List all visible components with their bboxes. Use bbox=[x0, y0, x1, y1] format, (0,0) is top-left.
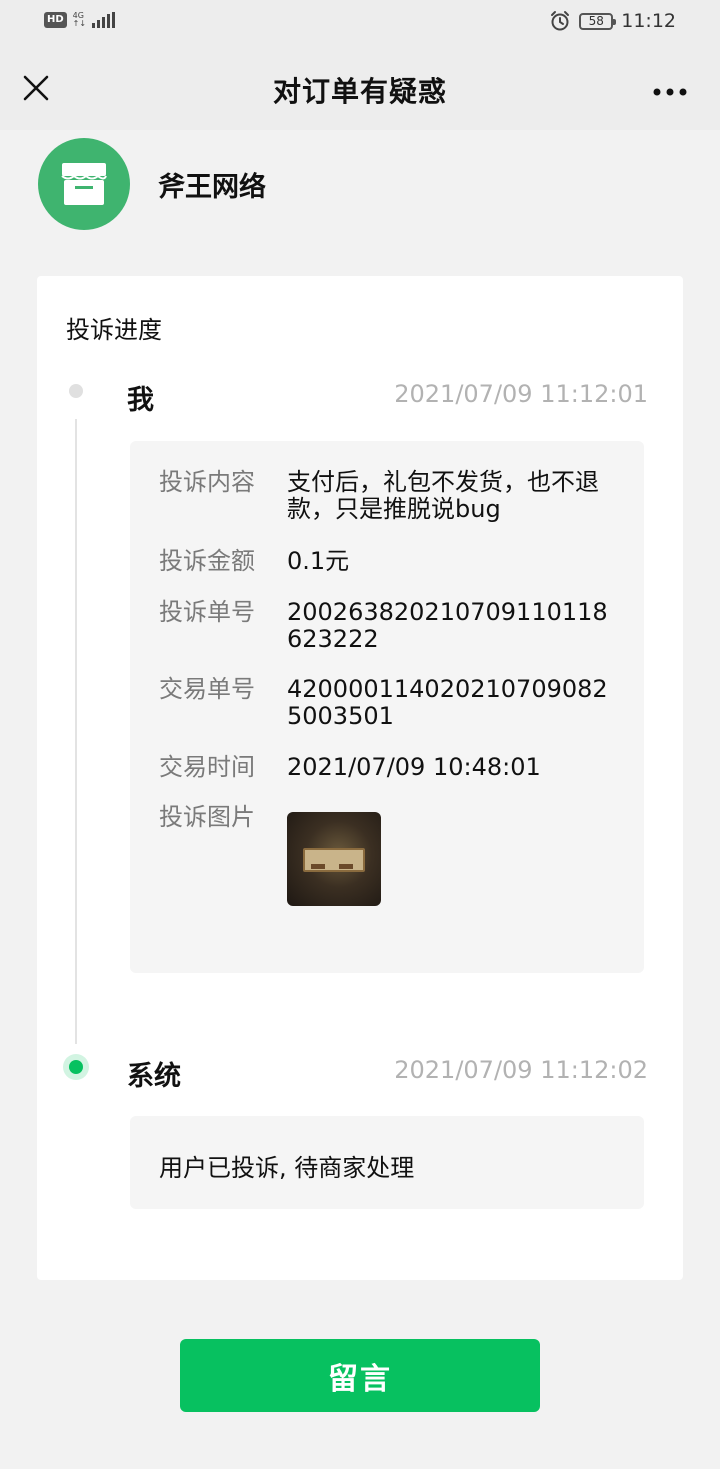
detail-label: 交易单号 bbox=[159, 675, 255, 703]
entry-time: 2021/07/09 11:12:02 bbox=[394, 1056, 648, 1084]
detail-value: 支付后，礼包不发货，也不退款，只是推脱说bug bbox=[287, 468, 599, 523]
timeline-dot-active bbox=[69, 1060, 83, 1074]
complaint-details: 投诉内容 支付后，礼包不发货，也不退款，只是推脱说bug 投诉金额 0.1元 投… bbox=[130, 441, 644, 973]
detail-value: 420000114020210709082500350​1 bbox=[287, 675, 608, 730]
merchant-avatar bbox=[38, 138, 130, 230]
status-right: 58 11:12 bbox=[549, 10, 676, 32]
nav-bar: 对订单有疑惑 bbox=[0, 46, 720, 130]
system-message-text: 用户已投诉, 待商家处理 bbox=[159, 1154, 415, 1182]
network-indicator: 4G ↑↓ bbox=[73, 12, 86, 28]
timeline-dot bbox=[69, 384, 83, 398]
detail-row-complaint-id: 投诉单号 200263820210709110118623222 bbox=[159, 599, 622, 653]
entry-author: 我 bbox=[127, 385, 154, 416]
alarm-icon bbox=[551, 11, 570, 31]
detail-label: 投诉内容 bbox=[159, 468, 255, 496]
page-title: 对订单有疑惑 bbox=[272, 75, 447, 108]
status-time: 11:12 bbox=[621, 10, 676, 32]
progress-title: 投诉进度 bbox=[66, 316, 162, 344]
leave-message-button[interactable]: 留言 bbox=[180, 1339, 540, 1412]
merchant-name: 斧王网络 bbox=[158, 171, 266, 203]
detail-label: 交易时间 bbox=[159, 753, 255, 781]
more-icon bbox=[653, 88, 687, 96]
complaint-image-thumbnail[interactable] bbox=[287, 812, 381, 906]
detail-row-transaction-id: 交易单号 420000114020210709082500350​1 bbox=[159, 676, 622, 730]
system-message: 用户已投诉, 待商家处理 bbox=[130, 1116, 644, 1209]
detail-row-transaction-time: 交易时间 2021/07/09 10:48:01 bbox=[159, 754, 622, 781]
timeline-line bbox=[75, 419, 77, 1044]
store-icon bbox=[61, 163, 107, 205]
status-bar: HD 4G ↑↓ 58 11:12 bbox=[0, 0, 720, 46]
detail-row-images: 投诉图片 bbox=[159, 804, 622, 906]
network-activity: ↑↓ bbox=[72, 19, 87, 28]
entry-author: 系统 bbox=[127, 1061, 181, 1092]
complaint-progress-card: 投诉进度 我 2021/07/09 11:12:01 投诉内容 支付后，礼包不发… bbox=[37, 276, 683, 1280]
hd-badge: HD bbox=[44, 12, 67, 28]
detail-value: 0.1元 bbox=[287, 547, 350, 575]
detail-value: 2021/07/09 10:48:01 bbox=[287, 753, 541, 781]
detail-images bbox=[287, 804, 622, 906]
more-button[interactable] bbox=[652, 82, 688, 96]
detail-row-amount: 投诉金额 0.1元 bbox=[159, 548, 622, 575]
detail-label: 投诉单号 bbox=[159, 598, 255, 626]
status-left: HD 4G ↑↓ bbox=[44, 12, 116, 28]
detail-row-content: 投诉内容 支付后，礼包不发货，也不退款，只是推脱说bug bbox=[159, 469, 622, 523]
signal-icon bbox=[92, 12, 116, 28]
entry-time: 2021/07/09 11:12:01 bbox=[394, 380, 648, 408]
merchant-header: 斧王网络 bbox=[38, 138, 266, 230]
battery-icon: 58 bbox=[579, 12, 617, 30]
detail-label: 投诉图片 bbox=[159, 803, 255, 831]
detail-label: 投诉金额 bbox=[159, 547, 255, 575]
detail-value: 200263820210709110118623222 bbox=[287, 598, 608, 653]
